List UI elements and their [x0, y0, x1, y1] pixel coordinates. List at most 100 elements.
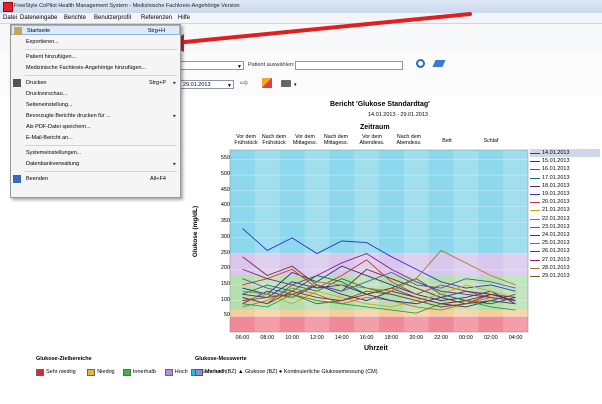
legend-label: 17.01.2013 — [542, 174, 570, 181]
menu-item-exportieren[interactable]: Exportieren... — [11, 37, 180, 47]
period-column — [254, 150, 280, 332]
menu-item-beenden[interactable]: Beenden Alt+F4 — [11, 174, 180, 184]
y-tick-label: 450 — [220, 186, 230, 193]
menu-separator — [25, 171, 177, 172]
legend-swatch — [530, 226, 540, 228]
menu-item-bevorzugte-berichte[interactable]: Bevorzugte Berichte drucken für ... ▸ — [11, 111, 180, 121]
menu-item-patient-hinzufuegen[interactable]: Patient hinzufügen... — [11, 52, 180, 62]
date-dropdown[interactable]: 29.01.2013 ▼ — [180, 80, 234, 89]
title-bar: FreeStyle CoPilot Health Management Syst… — [0, 0, 602, 14]
legend-item[interactable]: 16.01.2013 — [530, 165, 600, 173]
target-label: Sehr niedrig — [46, 369, 76, 375]
menu-item-drucken[interactable]: Drucken Strg+P ▸ — [11, 78, 180, 88]
menu-item-fachkreis-hinzufuegen[interactable]: Medizinische Fachkreis-Angehörige hinzuf… — [11, 63, 180, 73]
menu-berichte[interactable]: Berichte — [64, 15, 86, 21]
legend-item[interactable]: 20.01.2013 — [530, 198, 600, 206]
legend-item[interactable]: 22.01.2013 — [530, 215, 600, 223]
menu-item-datenbankverwaltung[interactable]: Datenbankverwaltung ▸ — [11, 159, 180, 169]
series-line — [242, 278, 516, 308]
series-line — [242, 249, 516, 298]
period-header: Nach dem Mittagess. — [323, 134, 349, 146]
submenu-arrow-icon: ▸ — [173, 161, 176, 167]
menu-benutzerprofil[interactable]: Benutzerprofil — [94, 15, 131, 21]
period-column — [453, 150, 479, 332]
menu-hilfe[interactable]: Hilfe — [178, 15, 190, 21]
patient-dropdown[interactable]: ▼ — [180, 61, 244, 70]
x-tick-label: 16:00 — [359, 335, 374, 341]
home-icon — [14, 27, 22, 35]
series-line — [242, 284, 516, 308]
y-tick-label: 500 — [220, 171, 230, 178]
legend-item[interactable]: 21.01.2013 — [530, 206, 600, 214]
y-tick-label: 300 — [220, 233, 230, 240]
series-line — [242, 253, 516, 302]
menu-item-druckvorschau[interactable]: Druckvorschau... — [11, 89, 180, 99]
legend-swatch — [530, 177, 540, 179]
measurement-legend-text: Manuell (BZ) ▲ Glukose (BZ) ● Kontinuier… — [205, 369, 378, 375]
patient-select-input[interactable] — [295, 61, 403, 70]
app-icon — [3, 2, 13, 12]
period-header: Vor dem Abendess. — [359, 134, 385, 146]
target-label: Innerhalb — [132, 369, 156, 375]
legend-item[interactable]: 15.01.2013 — [530, 157, 600, 165]
menu-separator — [25, 75, 177, 76]
legend-item[interactable]: 14.01.2013 — [530, 149, 600, 157]
menu-item-startseite[interactable]: Startseite Strg+H — [11, 25, 180, 35]
menu-item-pdf[interactable]: Als PDF-Datei speichern... — [11, 122, 180, 132]
legend-label: 21.01.2013 — [542, 207, 570, 214]
file-menu: Startseite Strg+H Exportieren... Patient… — [10, 24, 181, 198]
series-line — [242, 256, 516, 305]
menu-dateneingabe[interactable]: Dateneingabe — [20, 15, 57, 21]
legend-swatch — [530, 169, 540, 171]
x-tick-label: 12:00 — [310, 335, 324, 341]
series-line — [242, 284, 516, 308]
legend-item[interactable]: 25.01.2013 — [530, 239, 600, 247]
legend-swatch — [530, 235, 540, 236]
arrow-right-icon[interactable]: ⇨ — [240, 78, 248, 89]
target-band — [230, 150, 528, 254]
printer-icon[interactable] — [281, 80, 291, 87]
search-icon[interactable] — [416, 59, 425, 68]
legend-label: 18.01.2013 — [542, 182, 570, 189]
menu-item-seiteneinstellung[interactable]: Seiteneinstellung... — [11, 100, 180, 110]
y-axis-title: Glukose (mg/dL) — [192, 205, 200, 258]
period-header: Bett — [442, 138, 452, 144]
period-header: Nach dem Frühstück — [261, 134, 287, 146]
chevron-down-icon[interactable]: ▾ — [294, 82, 297, 88]
chart-options-icon[interactable] — [262, 78, 272, 88]
menu-datei[interactable]: Datei — [3, 15, 17, 21]
series-line — [242, 259, 516, 302]
legend-swatch — [530, 276, 540, 277]
x-tick-label: 18:00 — [384, 335, 399, 341]
menu-referenzen[interactable]: Referenzen — [141, 15, 172, 21]
x-tick-label: 20:00 — [409, 335, 424, 341]
menu-item-systemeinstellungen[interactable]: Systemeinstellungen... — [11, 148, 180, 158]
legend-item[interactable]: 17.01.2013 — [530, 174, 600, 182]
legend-item[interactable]: 24.01.2013 — [530, 231, 600, 239]
menu-item-email[interactable]: E-Mail-Bericht an... — [11, 133, 180, 143]
legend-label: 14.01.2013 — [542, 150, 570, 156]
period-column — [354, 150, 379, 332]
legend-swatch — [530, 153, 540, 154]
report-date-range: 14.01.2013 - 29.01.2013 — [368, 112, 428, 118]
x-tick-label: 02:00 — [483, 335, 498, 341]
legend-item[interactable]: 28.01.2013 — [530, 264, 600, 272]
manual-swatch — [195, 369, 203, 376]
target-swatch — [122, 369, 131, 376]
legend-item[interactable]: 19.01.2013 — [530, 190, 600, 198]
series-line — [242, 281, 516, 305]
legend-item[interactable]: 26.01.2013 — [530, 247, 600, 255]
legend-item[interactable]: 18.01.2013 — [530, 182, 600, 190]
legend-swatch — [530, 161, 540, 163]
x-axis-title: Uhrzeit — [364, 345, 388, 352]
printer-icon — [13, 79, 21, 87]
legend-item[interactable]: 23.01.2013 — [530, 223, 600, 231]
legend-label: 23.01.2013 — [542, 223, 570, 230]
legend-item[interactable]: 27.01.2013 — [530, 256, 600, 264]
target-band — [230, 310, 528, 317]
legend-label: 22.01.2013 — [542, 215, 570, 222]
legend-item[interactable]: 29.01.2013 — [530, 272, 600, 280]
y-tick-label: 200 — [220, 265, 230, 272]
legend-label: 26.01.2013 — [542, 248, 570, 255]
period-column — [503, 150, 528, 332]
